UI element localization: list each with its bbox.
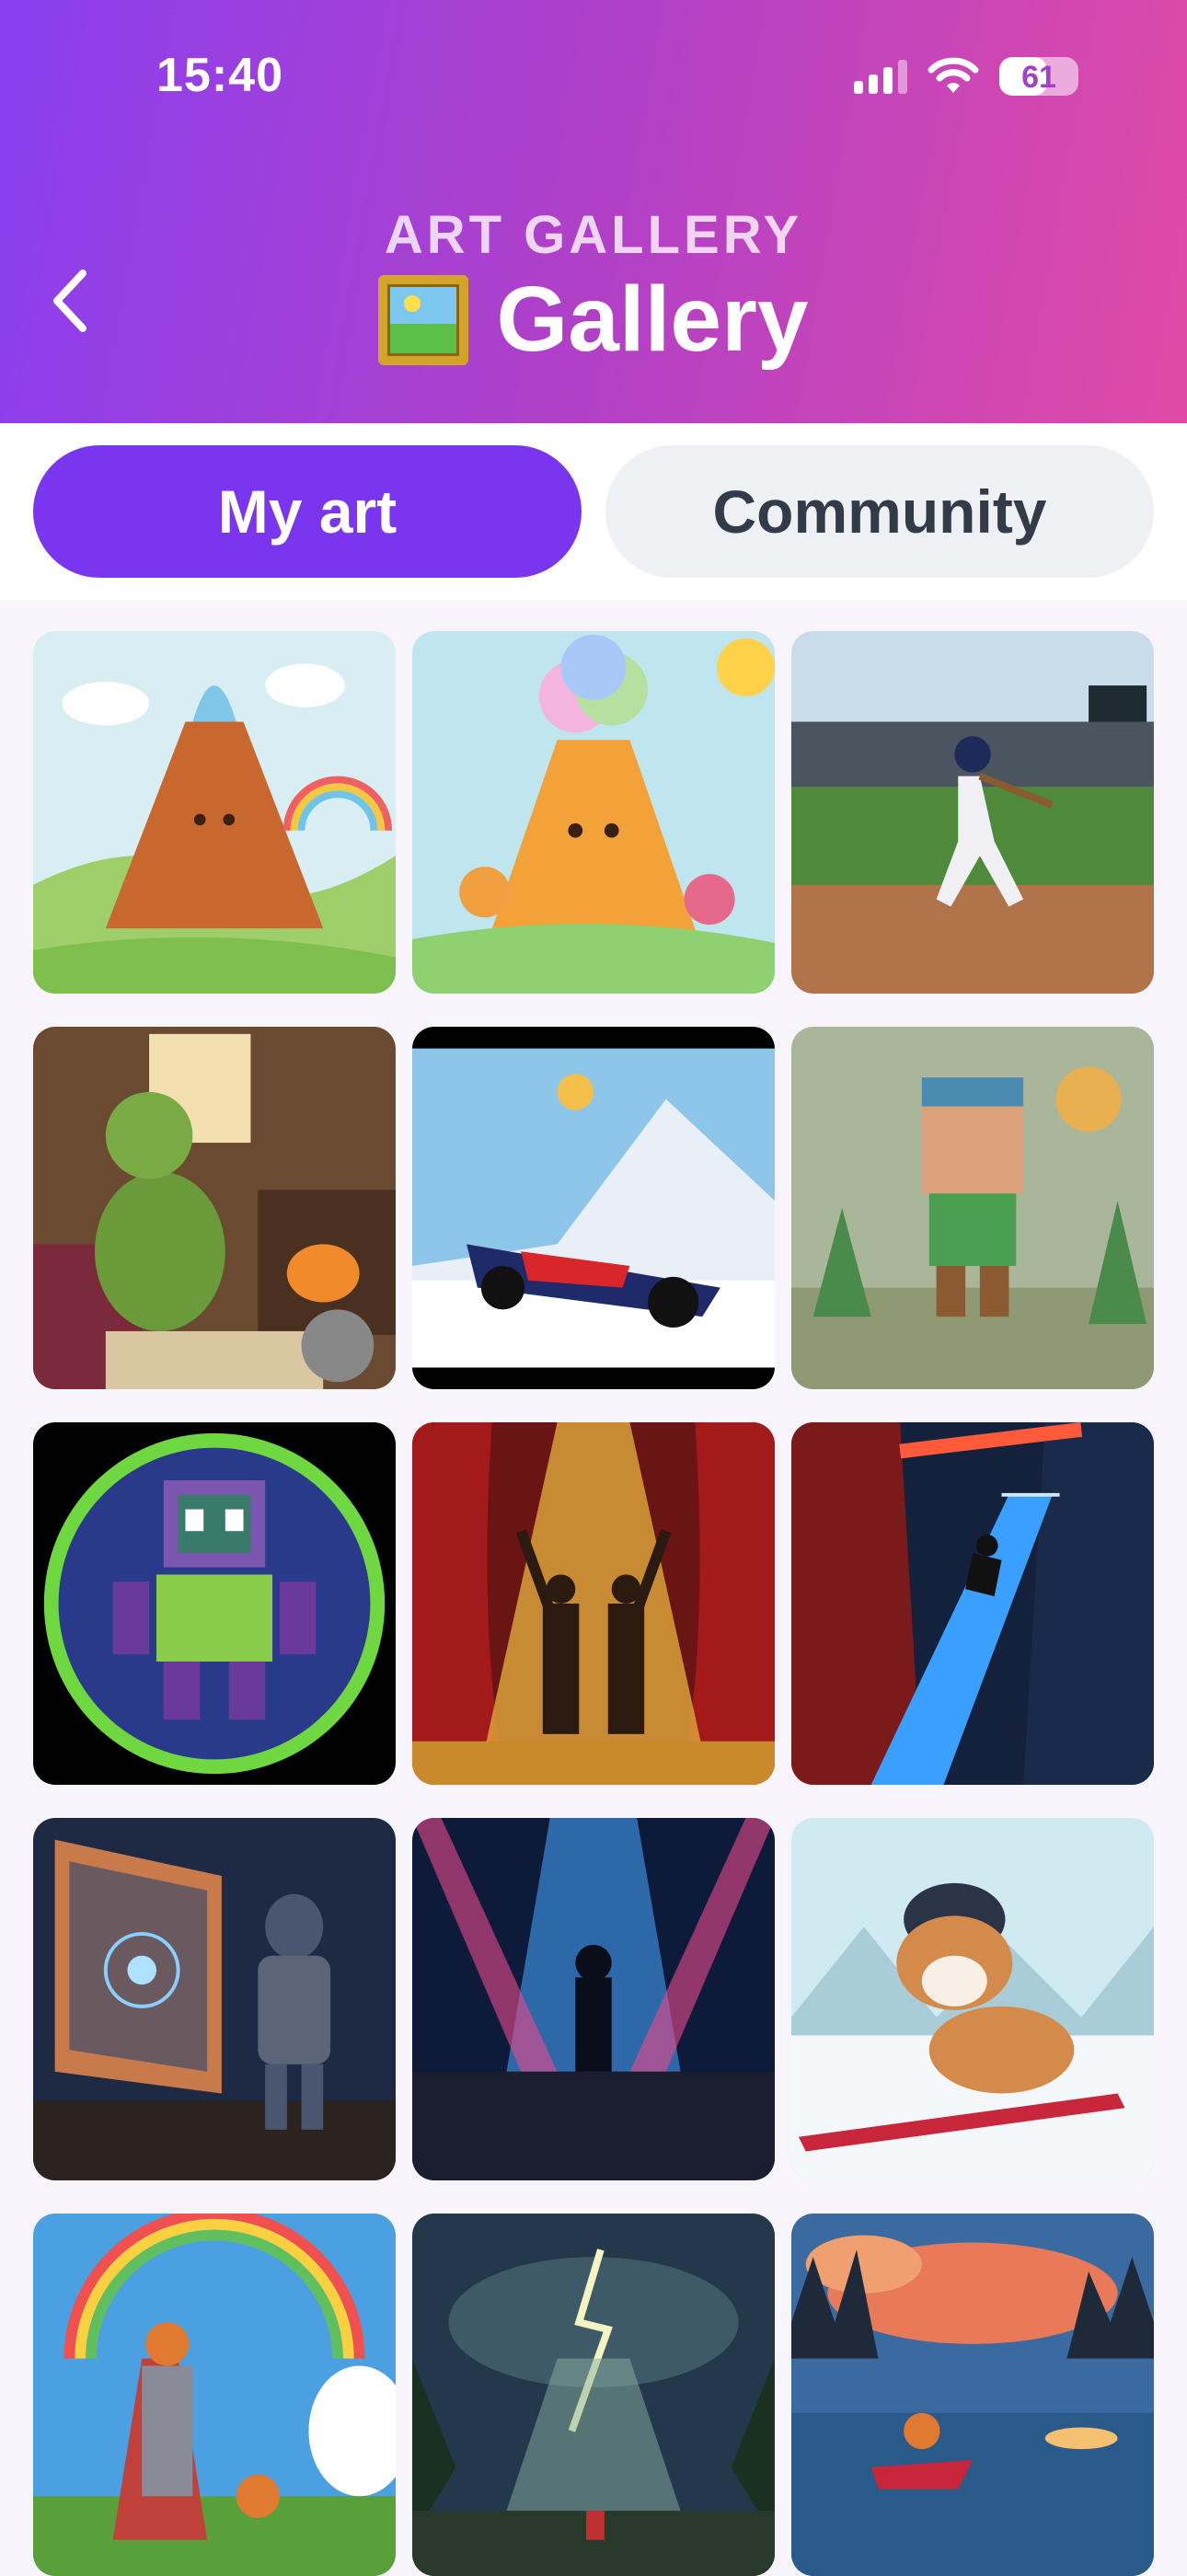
header-eyebrow: ART GALLERY	[384, 205, 803, 265]
gallery-item[interactable]	[791, 2214, 1154, 2576]
artwork-image	[791, 1818, 1154, 2180]
battery-icon: 61	[999, 57, 1078, 96]
gallery-item[interactable]	[33, 2214, 396, 2576]
gallery-item[interactable]	[791, 1818, 1154, 2180]
artwork-image	[33, 1027, 396, 1389]
gallery-item[interactable]	[412, 1027, 775, 1389]
artwork-image	[33, 631, 396, 994]
framed-picture-icon	[378, 274, 469, 365]
gallery-item[interactable]	[791, 1027, 1154, 1389]
gallery-item[interactable]	[33, 1027, 396, 1389]
gallery-item[interactable]	[791, 1422, 1154, 1785]
artwork-image	[791, 1422, 1154, 1785]
gallery-item[interactable]	[791, 631, 1154, 994]
artwork-image	[33, 2214, 396, 2576]
battery-level: 61	[1021, 60, 1056, 95]
gallery-grid	[33, 631, 1154, 2576]
tab-bar: My art Community	[0, 423, 1187, 600]
status-time: 15:40	[156, 49, 283, 102]
artwork-image	[412, 631, 775, 994]
artwork-image	[412, 1422, 775, 1785]
page-title-row: Gallery	[0, 267, 1187, 373]
gallery-item[interactable]	[33, 631, 396, 994]
artwork-image	[791, 631, 1154, 994]
artwork-image	[412, 1818, 775, 2180]
gallery-item[interactable]	[412, 1818, 775, 2180]
gallery-item[interactable]	[33, 1422, 396, 1785]
tab-community[interactable]: Community	[605, 445, 1154, 578]
artwork-image	[33, 1422, 396, 1785]
artwork-image	[791, 2214, 1154, 2576]
wifi-icon	[928, 57, 979, 93]
page-title: Gallery	[496, 268, 809, 371]
gallery-item[interactable]	[412, 2214, 775, 2576]
artwork-image	[412, 2214, 775, 2576]
cellular-signal-icon	[854, 59, 907, 94]
gallery-item[interactable]	[412, 631, 775, 994]
tab-my-art[interactable]: My art	[33, 445, 582, 578]
artwork-image	[791, 1027, 1154, 1389]
gallery-item[interactable]	[33, 1818, 396, 2180]
status-icons: 61	[854, 57, 1078, 96]
gallery-item[interactable]	[412, 1422, 775, 1785]
artwork-image	[33, 1818, 396, 2180]
app-header: 15:40 61 ART GALLERY Gallery	[0, 0, 1187, 423]
artwork-image	[412, 1027, 775, 1389]
